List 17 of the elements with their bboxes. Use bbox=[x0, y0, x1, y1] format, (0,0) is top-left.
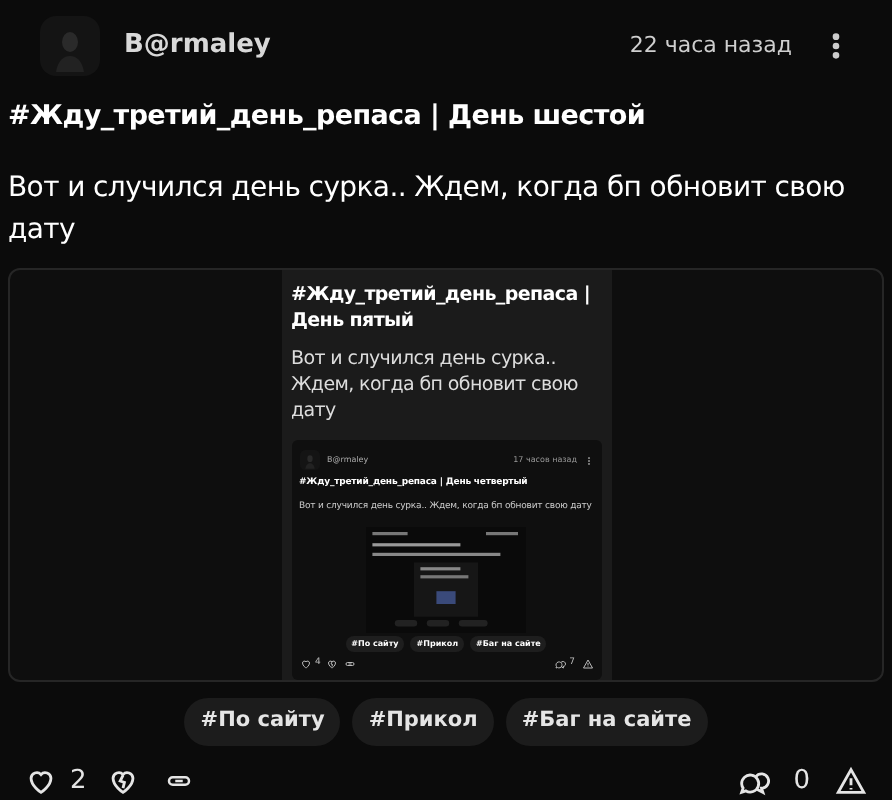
tag-chip[interactable]: #По сайту bbox=[184, 697, 341, 745]
tag-chip[interactable]: #Прикол bbox=[352, 697, 494, 745]
screenshot-post-text: Вот и случился день сурка.. Ждем, когда бп обновит свою дату bbox=[291, 346, 580, 425]
heart-icon[interactable] bbox=[299, 658, 311, 671]
like-count: 2 bbox=[70, 763, 87, 799]
author-name[interactable]: B@rmaley bbox=[124, 26, 271, 66]
post-text: Вот и случился день сурка.. Ждем, когда бп обновит свою дату bbox=[6, 170, 847, 251]
warning-icon[interactable] bbox=[834, 763, 868, 798]
broken-heart-icon[interactable] bbox=[326, 658, 339, 671]
post-time: 22 часа назад bbox=[629, 29, 792, 62]
link-icon[interactable] bbox=[344, 658, 357, 671]
comments-icon[interactable] bbox=[553, 658, 566, 671]
screenshot-post-title: #Жду_третий_день_репаса | День пятый bbox=[291, 282, 592, 335]
tag-chip[interactable]: #Баг на сайте bbox=[505, 697, 708, 745]
post-title: #Жду_третий_день_репаса | День шестой bbox=[6, 98, 647, 136]
comment-count: 0 bbox=[793, 763, 810, 799]
warning-icon[interactable] bbox=[581, 658, 593, 671]
